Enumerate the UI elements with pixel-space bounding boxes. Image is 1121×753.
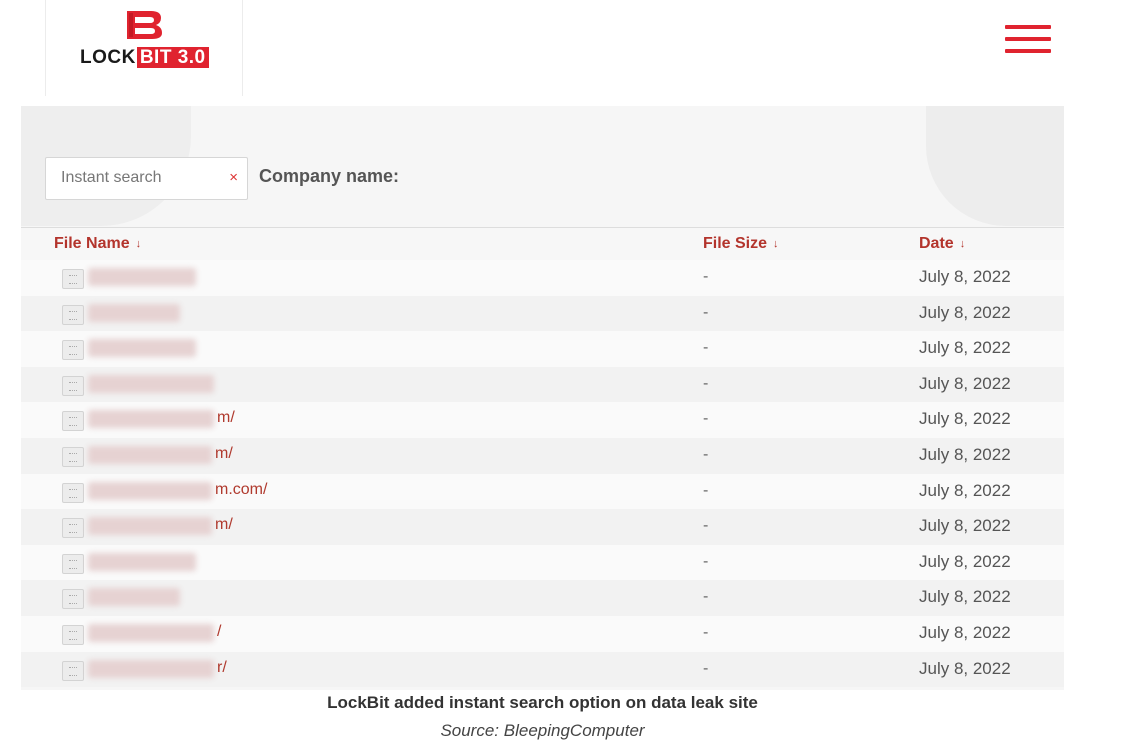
table-row[interactable]: / - July 8, 2022 (21, 615, 1064, 652)
file-name-link[interactable]: m/ (215, 445, 233, 463)
file-icon (62, 375, 84, 396)
figure-caption: LockBit added instant search option on d… (327, 693, 758, 712)
file-size: - (703, 268, 709, 285)
file-icon (62, 518, 84, 539)
file-size: - (703, 588, 709, 606)
file-date: July 8, 2022 (919, 480, 1011, 500)
table-row[interactable]: - July 8, 2022 (21, 295, 1064, 332)
sort-arrow-icon: ↓ (959, 237, 966, 250)
file-date: July 8, 2022 (919, 267, 1011, 286)
file-size: - (703, 623, 709, 641)
redacted-file-name (88, 659, 214, 678)
file-size: - (703, 659, 709, 677)
file-icon (62, 340, 84, 361)
file-size: - (703, 410, 709, 428)
table-row[interactable]: m/ - July 8, 2022 (21, 437, 1064, 474)
file-size: - (703, 552, 709, 570)
decorative-shape (926, 106, 1064, 226)
hamburger-menu-icon[interactable] (1005, 25, 1051, 53)
redacted-file-name (88, 410, 214, 429)
file-icon (62, 482, 84, 503)
file-name-link[interactable]: m/ (215, 516, 233, 534)
redacted-file-name (88, 339, 196, 358)
table-row[interactable]: m/ - July 8, 2022 (21, 402, 1064, 438)
table-row[interactable]: - July 8, 2022 (21, 366, 1064, 403)
redacted-file-name (88, 445, 212, 464)
file-date: July 8, 2022 (919, 373, 1011, 393)
file-list: - July 8, 2022 - July 8, 2022 - July 8, … (21, 260, 1064, 688)
column-header-file-name[interactable]: File Name ↓ (54, 235, 141, 253)
redacted-file-name (88, 623, 214, 642)
file-date: July 8, 2022 (919, 551, 1011, 571)
table-row[interactable]: m/ - July 8, 2022 (21, 509, 1064, 545)
column-header-date[interactable]: Date ↓ (919, 235, 965, 253)
file-name-link[interactable]: m.com/ (215, 481, 267, 499)
table-row[interactable]: r/ - July 8, 2022 (21, 651, 1064, 688)
file-date: July 8, 2022 (919, 338, 1011, 358)
table-header: File Name ↓ File Size ↓ Date ↓ (21, 227, 1064, 261)
search-input[interactable] (59, 168, 223, 188)
file-size: - (703, 445, 709, 463)
table-row[interactable]: - July 8, 2022 (21, 331, 1064, 367)
file-date: July 8, 2022 (919, 516, 1011, 536)
file-size: - (703, 303, 709, 321)
redacted-file-name (88, 552, 196, 571)
file-name-link[interactable]: r/ (217, 659, 227, 677)
figure-source: Source: BleepingComputer (440, 721, 645, 740)
clear-search-icon[interactable]: × (229, 169, 238, 186)
redacted-file-name (88, 374, 214, 393)
sort-arrow-icon: ↓ (773, 237, 779, 250)
file-date: July 8, 2022 (919, 409, 1011, 429)
file-date: July 8, 2022 (919, 658, 1011, 678)
file-icon (62, 411, 84, 432)
leak-files-panel: × Company name: File Name↓ File Size↓ Da… (21, 106, 1064, 690)
logo-text: LOCK BIT 3.0 (80, 47, 209, 69)
file-date: July 8, 2022 (919, 444, 1011, 464)
column-header-file-size[interactable]: File Size ↓ (703, 235, 779, 253)
sort-arrow-icon: ↓ (135, 237, 142, 250)
logo[interactable]: LOCK BIT 3.0 (45, 0, 243, 96)
file-icon (62, 660, 84, 681)
file-size: - (703, 374, 709, 392)
file-icon (62, 304, 84, 325)
file-size: - (703, 339, 709, 357)
file-size: - (703, 517, 709, 535)
table-row[interactable]: - July 8, 2022 (21, 580, 1064, 616)
redacted-file-name (88, 481, 212, 500)
redacted-file-name (88, 303, 180, 322)
table-row[interactable]: - July 8, 2022 (21, 544, 1064, 581)
search-box: × (45, 157, 248, 200)
redacted-file-name (88, 517, 212, 536)
lockbit-logo-icon (127, 11, 162, 39)
file-date: July 8, 2022 (919, 587, 1011, 607)
file-date: July 8, 2022 (919, 302, 1011, 322)
file-icon (62, 553, 84, 574)
file-icon (62, 589, 84, 610)
table-row[interactable]: m.com/ - July 8, 2022 (21, 473, 1064, 510)
table-row[interactable]: - July 8, 2022 (21, 260, 1064, 296)
company-name-label: Company name: (259, 166, 400, 186)
file-name-link[interactable]: / (217, 623, 221, 641)
file-size: - (703, 481, 709, 499)
redacted-file-name (88, 268, 196, 286)
file-icon (62, 624, 84, 645)
file-icon (62, 269, 84, 289)
file-name-link[interactable]: m/ (217, 409, 235, 427)
file-icon (62, 446, 84, 467)
redacted-file-name (88, 588, 180, 607)
file-date: July 8, 2022 (919, 622, 1011, 642)
